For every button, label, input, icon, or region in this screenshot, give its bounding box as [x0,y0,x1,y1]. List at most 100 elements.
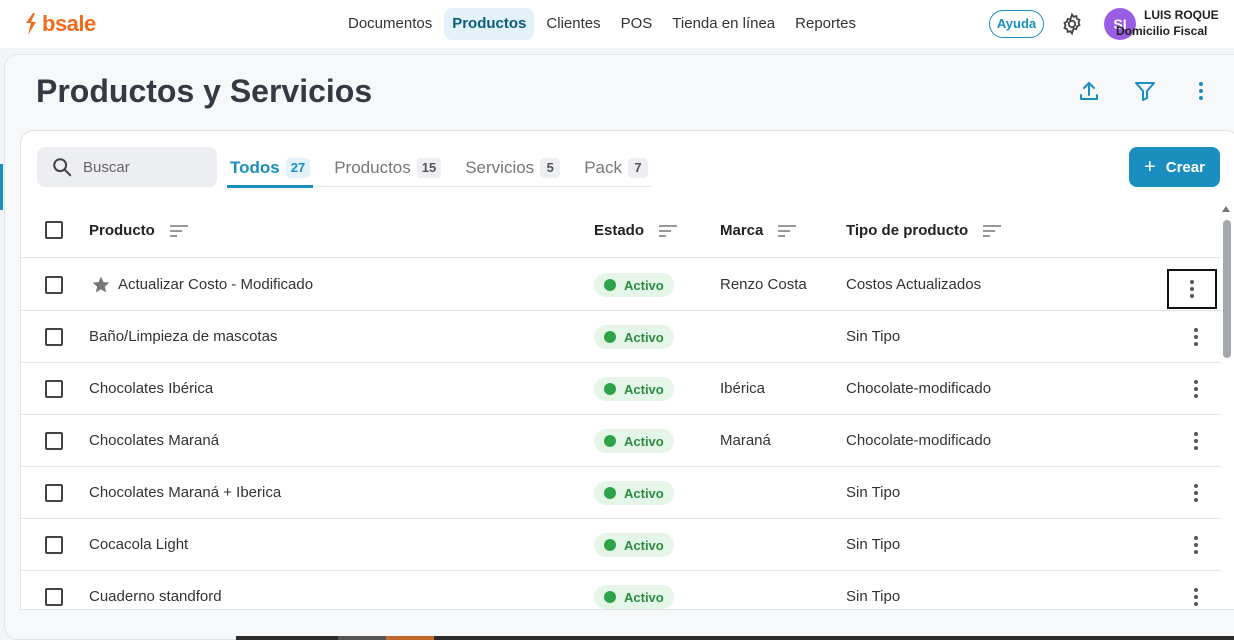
table-row[interactable]: Cocacola Light Activo Sin Tipo [21,519,1221,571]
tab-label: Pack [584,158,622,177]
tab-count: 7 [627,158,648,178]
product-name[interactable]: Chocolates Maraná + Iberica [89,467,281,519]
nav-documentos[interactable]: Documentos [340,8,440,40]
row-menu-button[interactable] [1184,325,1208,349]
scrollbar-thumb[interactable] [1223,220,1231,358]
nav-reportes[interactable]: Reportes [787,8,864,40]
tab-todos[interactable]: Todos 27 [227,149,314,188]
table-row[interactable]: Chocolates Maraná + Iberica Activo Sin T… [21,467,1221,519]
search-input[interactable] [83,147,213,187]
row-menu-button[interactable] [1184,377,1208,401]
taskbar-item[interactable] [386,636,434,640]
product-type: Sin Tipo [846,588,901,605]
tab-count: 5 [540,158,561,178]
bsale-logo[interactable]: bsale [24,11,96,36]
select-all-checkbox[interactable] [45,221,63,239]
product-name[interactable]: Actualizar Costo - Modificado [118,259,313,311]
gear-icon[interactable] [1060,12,1084,36]
nav-clientes[interactable]: Clientes [538,8,608,40]
user-name: LUIS ROQUE [1144,8,1219,22]
status-dot [604,279,616,291]
tab-pack[interactable]: Pack 7 [581,149,651,187]
status-text: Activo [624,381,664,397]
status-dot [604,435,616,447]
tab-servicios[interactable]: Servicios 5 [462,149,563,187]
row-checkbox[interactable] [45,588,63,606]
column-label: Marca [720,222,764,239]
taskbar-item[interactable] [338,636,386,640]
nav-productos[interactable]: Productos [444,8,535,40]
products-card: Todos 27 Productos 15 Servicios 5 Pack 7… [20,130,1234,610]
table-header: Producto Estado Marca Tipo de producto [21,203,1221,258]
status-badge: Activo [594,585,674,609]
help-button[interactable]: Ayuda [989,10,1044,38]
tab-label: Todos [230,158,280,177]
plus-icon: + [1144,155,1156,178]
column-marca[interactable]: Marca [720,203,797,258]
search-icon [53,158,72,177]
status-text: Activo [624,485,664,501]
sort-icon[interactable] [777,223,797,239]
tab-label: Servicios [465,158,535,177]
sidebar-indicator [0,164,3,210]
brand: Maraná [720,432,771,449]
row-checkbox[interactable] [45,276,63,294]
status-text: Activo [624,589,664,605]
product-name[interactable]: Chocolates Maraná [89,415,219,467]
more-vertical-icon[interactable] [1189,79,1213,103]
product-type: Chocolate-modificado [846,380,992,397]
status-dot [604,383,616,395]
product-name[interactable]: Baño/Limpieza de mascotas [89,311,277,363]
row-checkbox[interactable] [45,328,63,346]
tab-productos[interactable]: Productos 15 [331,149,444,187]
product-type: Sin Tipo [846,484,901,501]
product-name[interactable]: Cocacola Light [89,519,188,571]
table-row[interactable]: Chocolates Ibérica Activo Ibérica Chocol… [21,363,1221,415]
page-title: Productos y Servicios [36,73,373,109]
table-row[interactable]: Actualizar Costo - Modificado Activo Ren… [21,259,1221,311]
table-row[interactable]: Baño/Limpieza de mascotas Activo Sin Tip… [21,311,1221,363]
tab-count: 15 [416,158,442,178]
row-menu-button[interactable] [1184,429,1208,453]
column-estado[interactable]: Estado [594,203,678,258]
row-menu-button[interactable] [1184,533,1208,557]
status-badge: Activo [594,533,674,557]
sort-icon[interactable] [658,223,678,239]
table-row[interactable]: Chocolates Maraná Activo Maraná Chocolat… [21,415,1221,467]
row-menu-button[interactable] [1184,481,1208,505]
nav-tienda-en-linea[interactable]: Tienda en línea [664,8,783,40]
row-menu-button[interactable] [1167,269,1217,309]
scroll-up-arrow-icon[interactable] [1222,206,1230,212]
product-name[interactable]: Chocolates Ibérica [89,363,213,415]
tab-label: Productos [334,158,411,177]
brand: Ibérica [720,380,766,397]
product-name[interactable]: Cuaderno standford [89,571,222,609]
status-text: Activo [624,329,664,345]
status-dot [604,539,616,551]
create-button[interactable]: + Crear [1129,147,1220,187]
nav-pos[interactable]: POS [613,8,661,40]
status-badge: Activo [594,429,674,453]
user-subtitle: Domicilio Fiscal [1116,24,1208,38]
tab-count: 27 [285,158,311,178]
filter-icon[interactable] [1133,79,1157,103]
logo-text: bsale [42,11,96,36]
row-checkbox[interactable] [45,380,63,398]
search-box[interactable] [37,147,217,187]
star-icon[interactable] [91,275,111,295]
row-checkbox[interactable] [45,432,63,450]
upload-icon[interactable] [1077,79,1101,103]
sort-icon[interactable] [982,223,1002,239]
status-text: Activo [624,537,664,553]
create-label: Crear [1165,158,1205,176]
column-tipo-de-producto[interactable]: Tipo de producto [846,203,1002,258]
table-row[interactable]: Cuaderno standford Activo Sin Tipo [21,571,1221,609]
row-checkbox[interactable] [45,536,63,554]
row-checkbox[interactable] [45,484,63,502]
sort-icon[interactable] [169,223,189,239]
column-producto[interactable]: Producto [89,203,189,258]
status-badge: Activo [594,325,674,349]
column-label: Producto [89,222,155,239]
product-type: Costos Actualizados [846,276,982,293]
row-menu-button[interactable] [1184,585,1208,609]
